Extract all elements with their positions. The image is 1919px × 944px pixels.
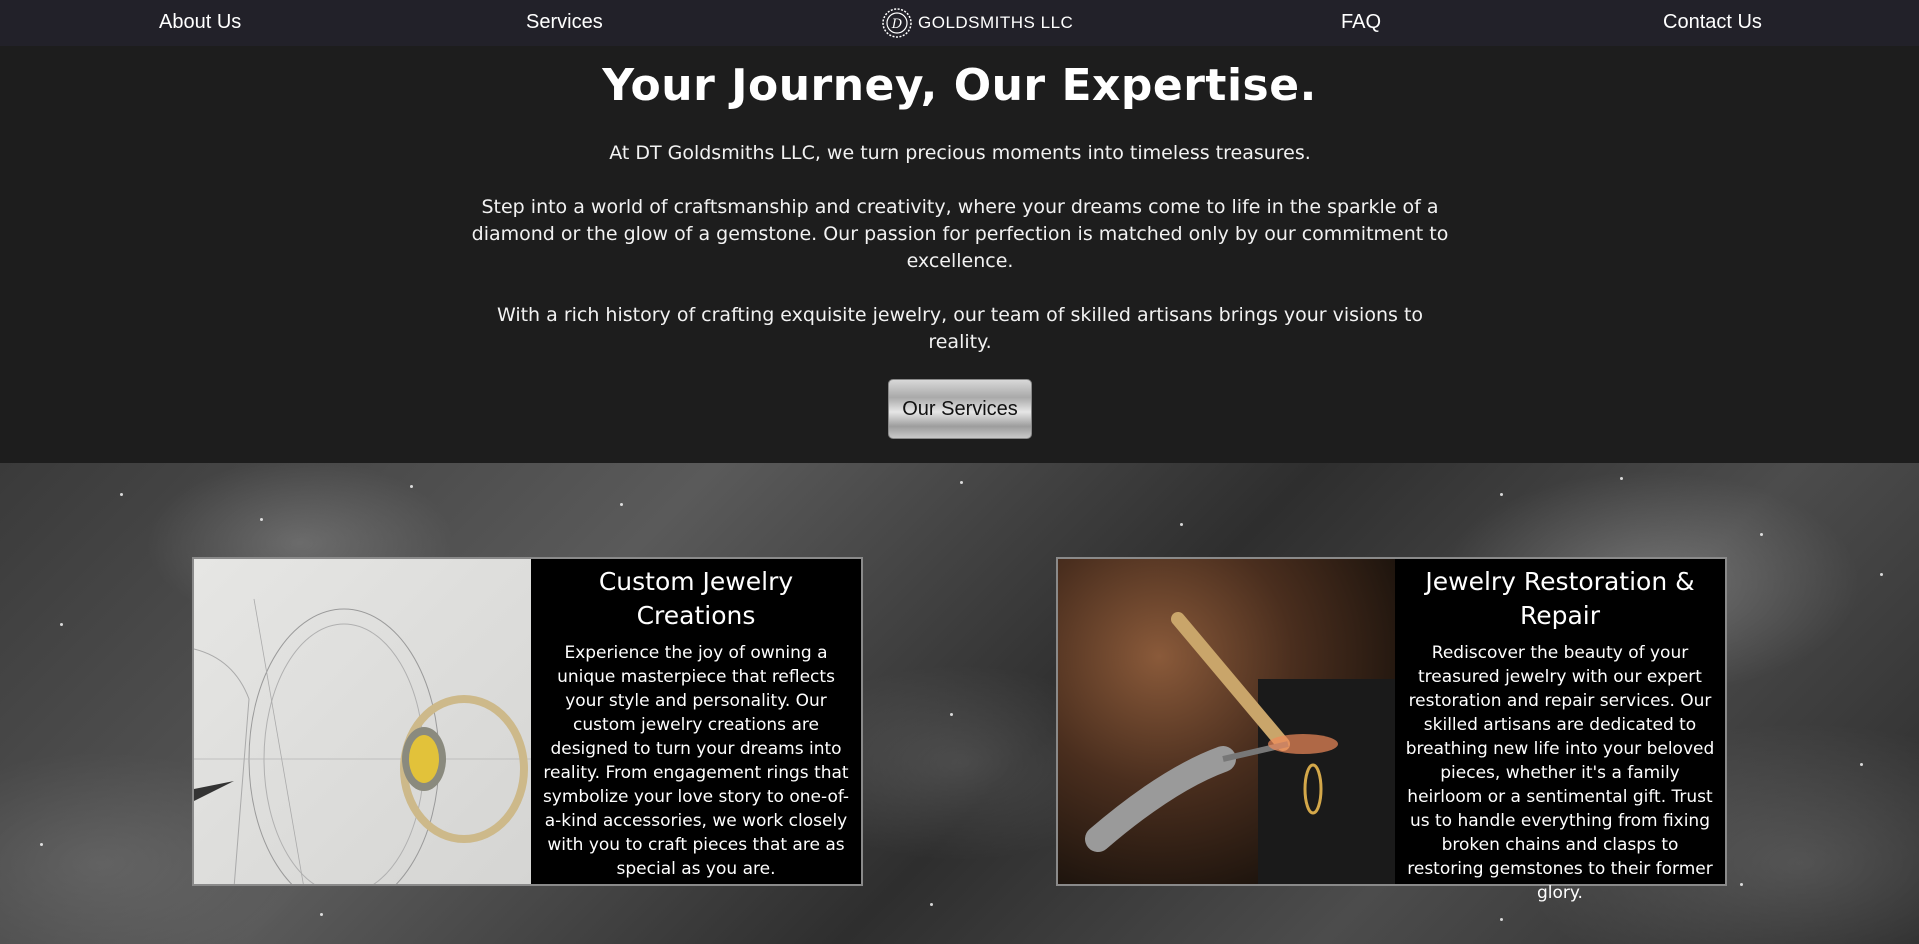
service-card-custom-jewelry: Custom Jewelry Creations Experience the … xyxy=(192,557,863,886)
site-logo[interactable]: D GOLDSMITHS LLC xyxy=(880,4,1073,42)
top-nav: About Us Services D GOLDSMITHS LLC FAQ C… xyxy=(0,0,1919,46)
service-card-title: Custom Jewelry Creations xyxy=(598,567,794,630)
hero-paragraph-intro: At DT Goldsmiths LLC, we turn precious m… xyxy=(609,142,1311,164)
hero-paragraph-craftsmanship: Step into a world of craftsmanship and c… xyxy=(471,196,1449,272)
nav-link-faq[interactable]: FAQ xyxy=(1341,11,1381,34)
nav-link-services[interactable]: Services xyxy=(526,11,603,34)
nav-link-about[interactable]: About Us xyxy=(159,11,241,34)
service-card-title: Jewelry Restoration & Repair xyxy=(1425,567,1695,630)
service-card-text: Experience the joy of owning a unique ma… xyxy=(542,643,850,879)
hero-title: Your Journey, Our Expertise. xyxy=(602,60,1317,111)
ring-sketch-image xyxy=(194,559,531,884)
our-services-button[interactable]: Our Services xyxy=(888,379,1032,439)
service-card-restoration: Jewelry Restoration & Repair Rediscover … xyxy=(1056,557,1727,903)
svg-text:D: D xyxy=(891,17,903,32)
hero-paragraph-history: With a rich history of crafting exquisit… xyxy=(496,304,1424,353)
service-card-text: Rediscover the beauty of your treasured … xyxy=(1405,643,1715,903)
hero-section: Your Journey, Our Expertise. At DT Golds… xyxy=(0,46,1919,463)
nav-link-contact[interactable]: Contact Us xyxy=(1663,11,1762,34)
jewelry-repair-image xyxy=(1058,559,1395,884)
logo-emblem-icon: D xyxy=(880,4,914,42)
logo-text: GOLDSMITHS LLC xyxy=(918,13,1074,32)
services-section: Custom Jewelry Creations Experience the … xyxy=(0,463,1919,944)
